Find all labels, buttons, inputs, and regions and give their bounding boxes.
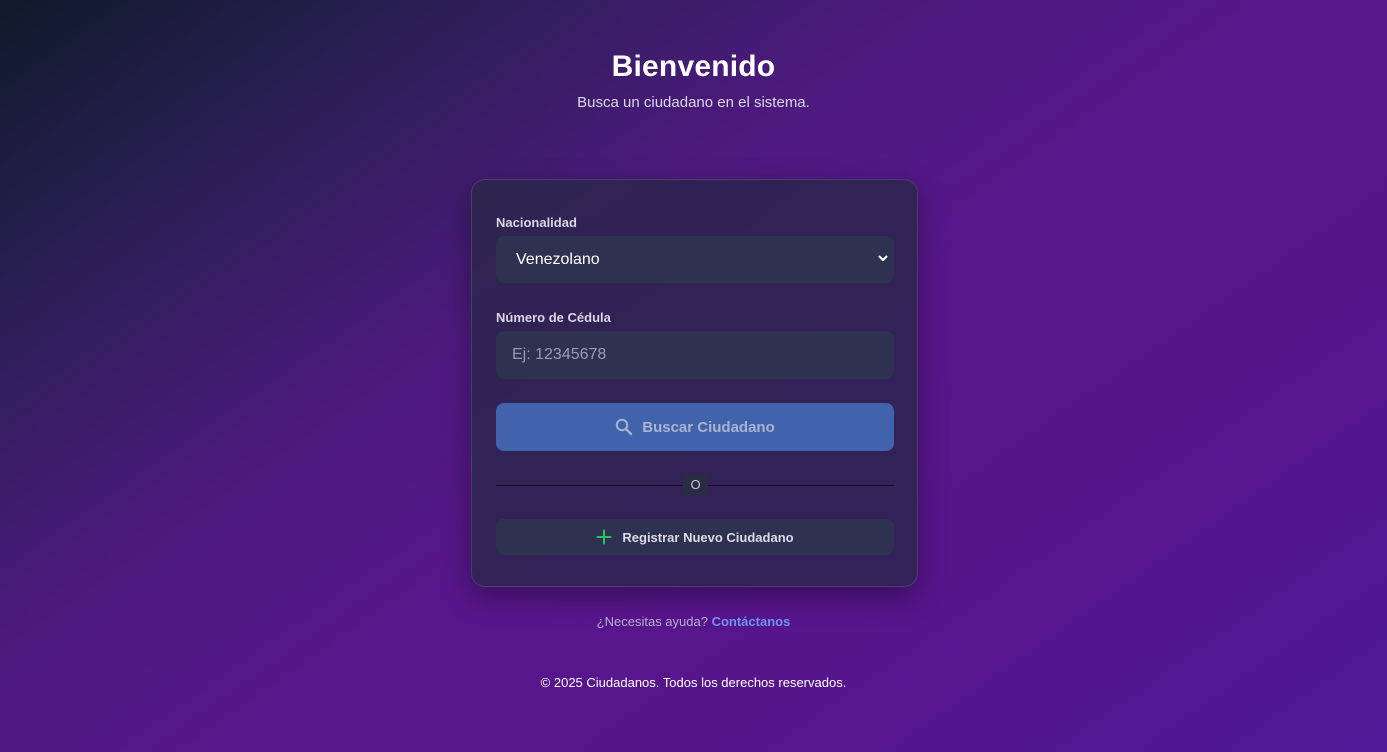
search-card: Nacionalidad Venezolano Número de Cédula… <box>471 179 918 587</box>
register-citizen-button[interactable]: Registrar Nuevo Ciudadano <box>496 519 894 555</box>
page-header: Bienvenido Busca un ciudadano en el sist… <box>0 48 1387 113</box>
register-button-label: Registrar Nuevo Ciudadano <box>622 529 794 545</box>
plus-icon <box>596 529 612 545</box>
search-button-label: Buscar Ciudadano <box>642 418 775 436</box>
search-icon <box>616 418 633 436</box>
nationality-label: Nacionalidad <box>496 215 577 230</box>
search-citizen-button[interactable]: Buscar Ciudadano <box>496 403 894 451</box>
help-question: ¿Necesitas ayuda? <box>596 614 708 629</box>
id-number-input[interactable] <box>496 331 894 379</box>
footer-copyright: © 2025 Ciudadanos. Todos los derechos re… <box>540 675 847 690</box>
page-subtitle: Busca un ciudadano en el sistema. <box>577 94 810 111</box>
page-title: Bienvenido <box>611 50 776 83</box>
nationality-selected-value: Venezolano <box>516 250 600 268</box>
id-number-label: Número de Cédula <box>496 310 611 325</box>
contact-link[interactable]: Contáctanos <box>712 614 791 629</box>
nationality-select[interactable]: Venezolano <box>496 236 894 283</box>
help-text: ¿Necesitas ayuda? Contáctanos <box>0 614 1387 629</box>
chevron-down-icon <box>878 255 888 261</box>
divider-text: O <box>683 474 708 496</box>
